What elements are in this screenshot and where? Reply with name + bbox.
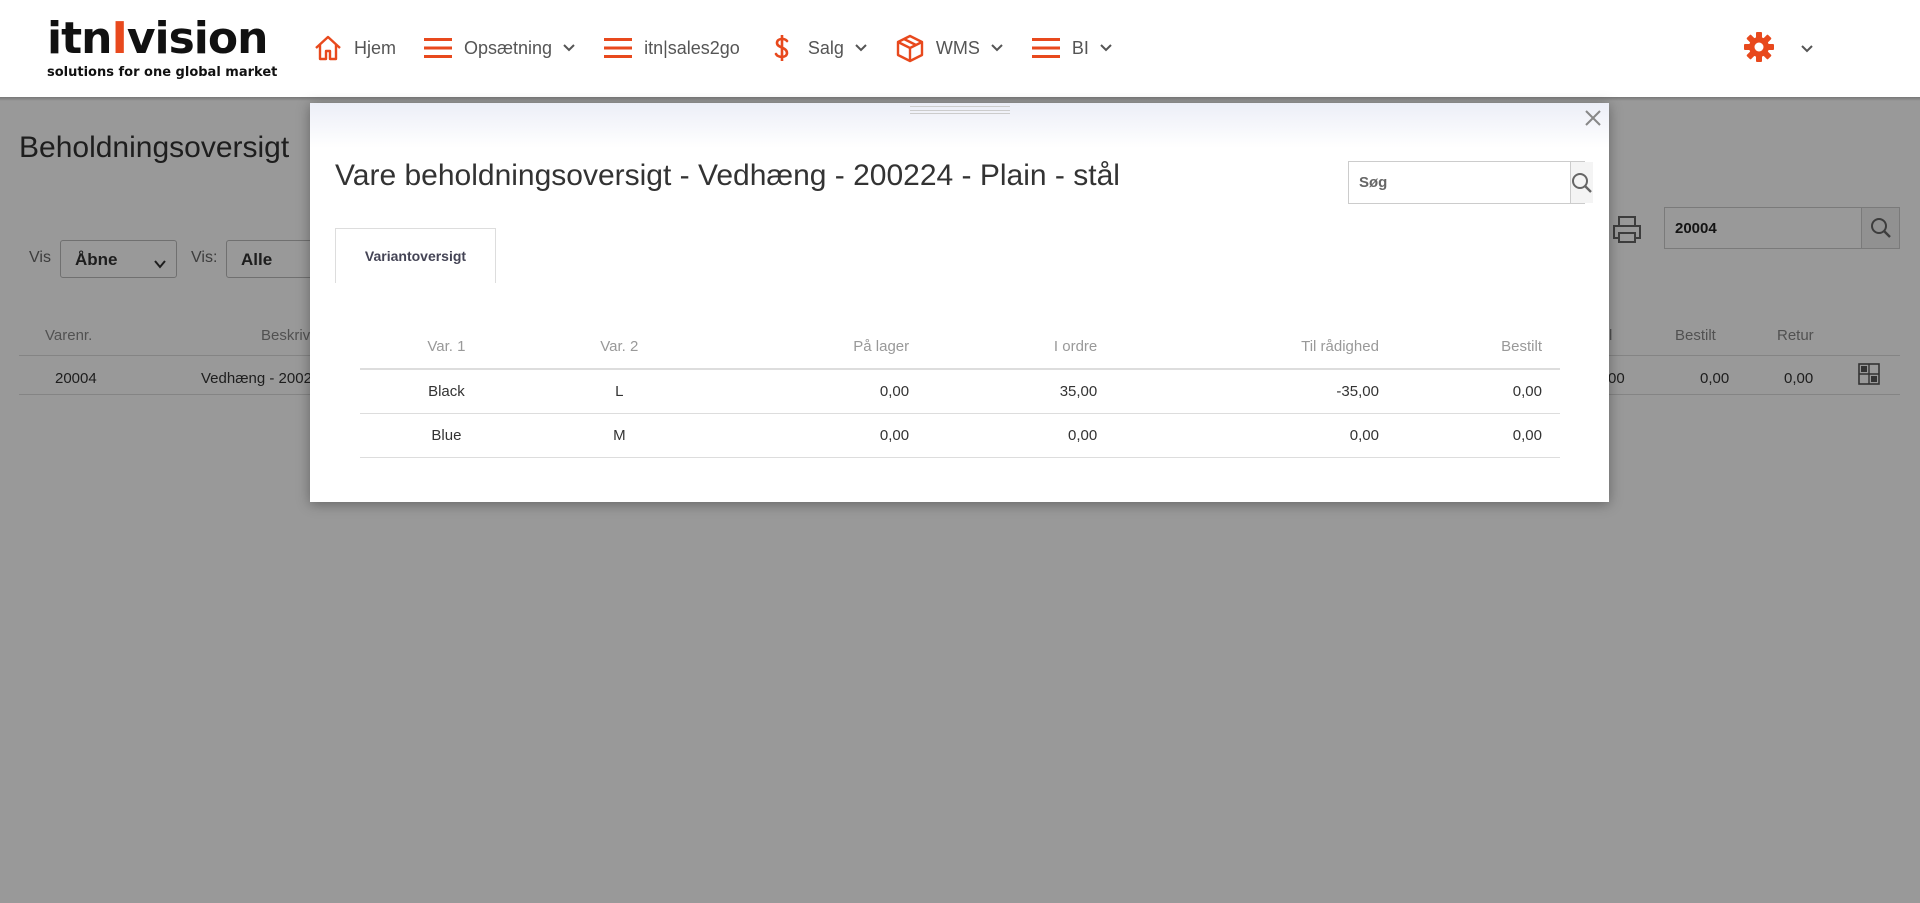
search-icon[interactable]: [1570, 162, 1593, 203]
logo-text-bar: I: [111, 13, 127, 64]
cell-bestilt: 0,00: [1378, 369, 1560, 414]
nav-item-wms[interactable]: WMS: [894, 28, 1004, 68]
menu-icon: [602, 32, 634, 64]
nav-item-sales2go[interactable]: itn|sales2go: [602, 28, 740, 68]
column-header-i-ordre: I ordre: [909, 325, 1098, 370]
cell-var2: L: [532, 369, 706, 414]
menu-icon: [422, 32, 454, 64]
cell-var1: Black: [360, 369, 533, 414]
settings-menu[interactable]: [1742, 30, 1814, 69]
box-icon: [894, 32, 926, 64]
variant-overview-modal: Vare beholdningsoversigt - Vedhæng - 200…: [310, 103, 1609, 502]
nav-label-sales2go: itn|sales2go: [644, 37, 740, 58]
chevron-down-icon: [1800, 41, 1814, 59]
cell-bestilt: 0,00: [1378, 413, 1560, 458]
nav-item-salg[interactable]: Salg: [766, 28, 868, 68]
nav-label-hjem: Hjem: [354, 37, 397, 58]
cell-til-raadighed: 0,00: [1097, 413, 1379, 458]
chevron-down-icon: [1099, 41, 1113, 55]
drag-handle[interactable]: [910, 106, 1010, 114]
column-header-var2: Var. 2: [532, 325, 706, 370]
chevron-down-icon: [990, 41, 1004, 55]
modal-title: Vare beholdningsoversigt - Vedhæng - 200…: [335, 159, 1120, 192]
column-header-bestilt: Bestilt: [1378, 325, 1560, 370]
logo-tagline: solutions for one global market: [47, 65, 278, 80]
modal-search: [1348, 161, 1593, 204]
menu-icon: [1030, 32, 1062, 64]
cell-til-raadighed: -35,00: [1097, 369, 1379, 414]
cell-i-ordre: 35,00: [909, 369, 1098, 414]
nav-item-opsaetning[interactable]: Opsætning: [422, 28, 576, 68]
table-row: Black L 0,00 35,00 -35,00 0,00: [360, 369, 1560, 414]
itnvision-logo[interactable]: itnIvision solutions for one global mark…: [47, 13, 278, 84]
main-nav: Hjem Opsætning itn|sales2go Salg WMS BI: [312, 28, 1139, 68]
cell-var2: M: [532, 413, 706, 458]
top-navigation-bar: itnIvision solutions for one global mark…: [0, 0, 1920, 97]
chevron-down-icon: [854, 41, 868, 55]
cell-paa-lager: 0,00: [705, 369, 910, 414]
cell-paa-lager: 0,00: [705, 413, 910, 458]
column-header-paa-lager: På lager: [705, 325, 910, 370]
nav-label-wms: WMS: [935, 37, 980, 58]
table-header-row: Var. 1 Var. 2 På lager I ordre Til rådig…: [360, 325, 1560, 370]
nav-item-bi[interactable]: BI: [1030, 28, 1113, 68]
modal-search-input[interactable]: [1349, 162, 1570, 203]
tab-variantoversigt[interactable]: Variantoversigt: [335, 228, 496, 283]
cell-var1: Blue: [360, 413, 533, 458]
gear-icon: [1742, 30, 1776, 69]
nav-label-salg: Salg: [807, 37, 844, 58]
column-header-til-raadighed: Til rådighed: [1097, 325, 1379, 370]
column-header-var1: Var. 1: [360, 325, 533, 370]
topbar-shadow: [0, 97, 1920, 101]
home-icon: [312, 32, 344, 64]
close-icon[interactable]: [1583, 108, 1603, 128]
logo-wordmark: itnIvision: [47, 13, 269, 64]
nav-item-hjem[interactable]: Hjem: [312, 28, 396, 68]
nav-label-opsaetning: Opsætning: [464, 37, 553, 58]
cell-i-ordre: 0,00: [909, 413, 1098, 458]
dollar-icon: [766, 32, 798, 64]
chevron-down-icon: [562, 41, 576, 55]
logo-text-right: vision: [126, 13, 269, 64]
logo-text-left: itn: [47, 13, 112, 64]
nav-label-bi: BI: [1071, 37, 1089, 58]
table-row: Blue M 0,00 0,00 0,00 0,00: [360, 413, 1560, 458]
variant-table: Var. 1 Var. 2 På lager I ordre Til rådig…: [360, 325, 1560, 458]
tab-label: Variantoversigt: [364, 248, 467, 264]
